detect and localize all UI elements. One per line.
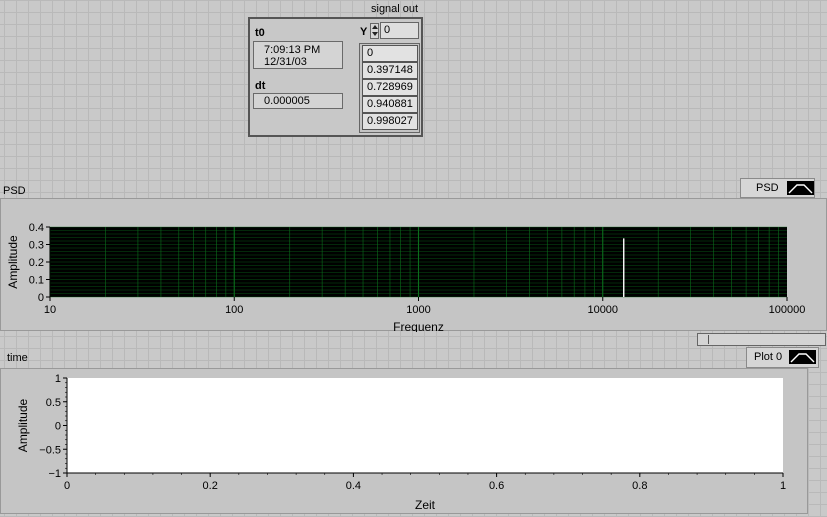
psd-scrollbar[interactable]: [697, 333, 826, 346]
psd-legend-label: PSD: [756, 182, 779, 194]
t0-time: 7:09:13 PM: [264, 44, 321, 56]
psd-graph-title: PSD: [3, 185, 26, 197]
x-tick-label: 0.8: [632, 480, 647, 492]
y-axis-label: Amplitude: [16, 399, 30, 453]
t0-date: 12/31/03: [264, 56, 307, 68]
x-tick-label: 0.6: [489, 480, 504, 492]
scrollbar-divider: [708, 335, 709, 344]
index-stepper[interactable]: [370, 23, 379, 39]
time-legend-label: Plot 0: [754, 351, 783, 363]
array-element[interactable]: 0.397148: [362, 62, 418, 79]
x-tick-label: 10000: [587, 304, 618, 316]
y-tick-label: 0: [55, 421, 61, 433]
line-style-icon: [789, 350, 816, 364]
dt-field: 0.000005: [253, 93, 343, 109]
y-tick-label: 0: [38, 292, 44, 304]
y-axis-label: Amplitude: [6, 235, 20, 289]
x-tick-label: 100000: [769, 304, 806, 316]
psd-plot-svg: 0 0.1 0.2 0.3 0.4 10 100 1000 10000 100000 Frequen…: [6, 222, 806, 332]
y-tick-label: −1: [48, 468, 61, 480]
x-axis-label: Frequenz: [393, 320, 444, 332]
index-input[interactable]: 0: [380, 22, 419, 39]
x-tick-label: 10: [44, 304, 56, 316]
t0-label: t0: [255, 27, 265, 39]
time-graph: −1 −0.5 0 0.5 1 0 0.2 0.4 0.6 0.8 1 Zeit Amplitude: [0, 368, 808, 514]
y-tick-label: −0.5: [39, 444, 61, 456]
time-plot-svg: −1 −0.5 0 0.5 1 0 0.2 0.4 0.6 0.8 1 Zeit Amplitude: [16, 373, 786, 512]
y-tick-label: 0.5: [46, 397, 61, 409]
y-tick-label: 1: [55, 373, 61, 385]
x-tick-label: 0.4: [346, 480, 361, 492]
psd-plot-legend[interactable]: PSD: [740, 178, 815, 198]
x-tick-label: 1000: [406, 304, 430, 316]
array-element[interactable]: 0: [362, 45, 418, 62]
time-plot-legend[interactable]: Plot 0: [746, 347, 819, 368]
decrement-arrow-icon[interactable]: [372, 32, 378, 36]
psd-graph: 0 0.1 0.2 0.3 0.4 10 100 1000 10000 100000 Frequen…: [0, 198, 827, 332]
x-axis-label: Zeit: [415, 498, 436, 512]
y-tick-label: 0.3: [29, 240, 44, 252]
x-tick-label: 0: [64, 480, 70, 492]
x-tick-label: 0.2: [203, 480, 218, 492]
time-graph-title: time: [7, 352, 28, 364]
t0-field: 7:09:13 PM 12/31/03: [253, 41, 343, 69]
y-tick-label: 0.4: [29, 222, 44, 234]
time-plot-area: [67, 378, 783, 473]
y-label: Y: [360, 26, 368, 38]
increment-arrow-icon[interactable]: [372, 25, 378, 29]
signal-out-label: signal out: [371, 3, 419, 15]
y-tick-label: 0.2: [29, 257, 44, 269]
dt-label: dt: [255, 80, 266, 92]
array-element[interactable]: 0.998027: [362, 113, 418, 130]
y-tick-label: 0.1: [29, 275, 44, 287]
x-tick-label: 100: [225, 304, 243, 316]
line-style-icon: [787, 181, 814, 195]
array-element[interactable]: 0.728969: [362, 79, 418, 96]
x-tick-label: 1: [780, 480, 786, 492]
array-element[interactable]: 0.940881: [362, 96, 418, 113]
